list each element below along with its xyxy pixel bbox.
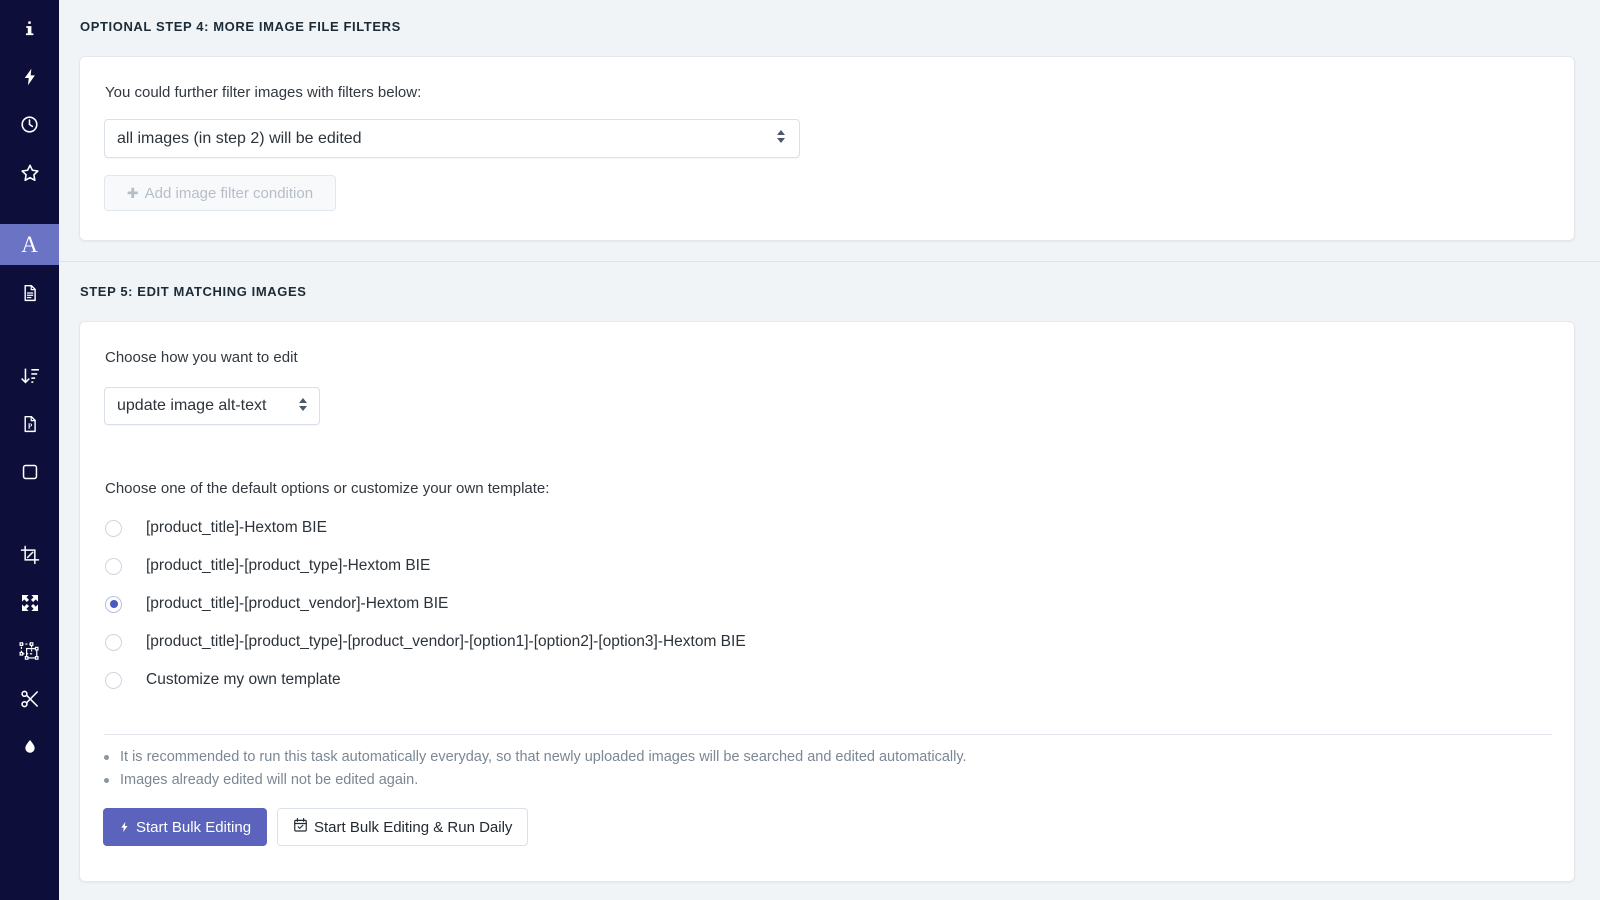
sidebar-item-shape[interactable] bbox=[0, 451, 59, 492]
transform-selection-icon bbox=[19, 641, 40, 661]
start-bulk-editing-label: Start Bulk Editing bbox=[136, 818, 252, 836]
document-icon bbox=[21, 283, 39, 303]
sidebar-item-quick-actions[interactable] bbox=[0, 56, 59, 97]
sidebar-item-documents[interactable] bbox=[0, 272, 59, 313]
pdf-file-icon: P bbox=[21, 414, 39, 434]
note-item: Images already edited will not be edited… bbox=[104, 770, 1524, 791]
main-content: OPTIONAL STEP 4: MORE IMAGE FILE FILTERS… bbox=[59, 0, 1600, 900]
radio-indicator[interactable] bbox=[105, 557, 122, 575]
sidebar-item-cut[interactable] bbox=[0, 678, 59, 719]
calendar-check-icon bbox=[293, 817, 308, 837]
note-text: Images already edited will not be edited… bbox=[120, 772, 419, 788]
sidebar-item-resize[interactable] bbox=[0, 582, 59, 623]
step5-card: Choose how you want to edit update image… bbox=[79, 321, 1575, 882]
edit-mode-label: Choose how you want to edit bbox=[105, 349, 298, 366]
step5-heading: STEP 5: EDIT MATCHING IMAGES bbox=[80, 284, 307, 299]
scissors-icon bbox=[20, 689, 40, 709]
start-bulk-editing-button[interactable]: Start Bulk Editing bbox=[103, 808, 268, 846]
resize-expand-icon bbox=[20, 593, 40, 613]
select-arrows-icon bbox=[299, 398, 307, 411]
template-option-5-label: Customize my own template bbox=[146, 671, 341, 688]
template-option-1[interactable]: [product_title]-Hextom BIE bbox=[105, 509, 1505, 547]
svg-text:P: P bbox=[27, 422, 32, 430]
template-option-5[interactable]: Customize my own template bbox=[105, 661, 1505, 699]
radio-indicator[interactable] bbox=[105, 519, 122, 537]
edit-mode-select-value: update image alt-text bbox=[117, 397, 267, 414]
sidebar-item-alt-text[interactable]: A bbox=[0, 224, 59, 265]
crop-icon bbox=[20, 545, 40, 565]
notes-list: It is recommended to run this task autom… bbox=[104, 747, 1524, 791]
plus-icon: ✚ bbox=[126, 184, 139, 201]
section-divider bbox=[59, 261, 1600, 262]
step4-description: You could further filter images with fil… bbox=[105, 84, 422, 101]
bullet-icon bbox=[104, 755, 109, 760]
template-radio-group: [product_title]-Hextom BIE [product_titl… bbox=[105, 509, 1505, 699]
bullet-icon bbox=[104, 778, 109, 783]
sidebar-item-pdf[interactable]: P bbox=[0, 403, 59, 444]
start-bulk-editing-run-daily-button[interactable]: Start Bulk Editing & Run Daily bbox=[277, 808, 529, 846]
sidebar-item-crop[interactable] bbox=[0, 534, 59, 575]
note-item: It is recommended to run this task autom… bbox=[104, 747, 1524, 768]
template-option-1-label: [product_title]-Hextom BIE bbox=[146, 519, 327, 536]
lightning-bolt-icon bbox=[119, 820, 130, 834]
water-drop-icon bbox=[22, 737, 38, 756]
sidebar-item-transform[interactable] bbox=[0, 630, 59, 671]
radio-indicator[interactable] bbox=[105, 633, 122, 651]
edit-mode-select[interactable]: update image alt-text bbox=[104, 387, 320, 425]
sidebar-nav: A P bbox=[0, 0, 59, 900]
template-option-4-label: [product_title]-[product_type]-[product_… bbox=[146, 633, 746, 650]
template-option-2[interactable]: [product_title]-[product_type]-Hextom BI… bbox=[105, 547, 1505, 585]
step4-heading: OPTIONAL STEP 4: MORE IMAGE FILE FILTERS bbox=[80, 19, 401, 34]
template-option-3[interactable]: [product_title]-[product_vendor]-Hextom … bbox=[105, 585, 1505, 623]
sidebar-item-sort[interactable] bbox=[0, 355, 59, 396]
note-text: It is recommended to run this task autom… bbox=[120, 749, 967, 765]
image-filter-select-value: all images (in step 2) will be edited bbox=[117, 129, 362, 147]
lightning-bolt-icon bbox=[21, 67, 39, 87]
star-icon bbox=[20, 163, 40, 183]
add-image-filter-condition-label: Add image filter condition bbox=[144, 184, 314, 202]
template-option-3-label: [product_title]-[product_vendor]-Hextom … bbox=[146, 595, 449, 612]
sidebar-item-favorites[interactable] bbox=[0, 152, 59, 193]
template-prompt: Choose one of the default options or cus… bbox=[105, 480, 550, 497]
radio-indicator-selected[interactable] bbox=[105, 595, 122, 613]
info-icon bbox=[21, 20, 38, 37]
select-arrows-icon bbox=[777, 130, 785, 143]
sidebar-item-info[interactable] bbox=[0, 8, 59, 49]
content-divider bbox=[104, 734, 1552, 735]
alt-text-letter-a-icon: A bbox=[21, 232, 38, 257]
add-image-filter-condition-button[interactable]: ✚ Add image filter condition bbox=[104, 175, 336, 211]
image-filter-select[interactable]: all images (in step 2) will be edited bbox=[104, 119, 800, 158]
start-bulk-editing-run-daily-label: Start Bulk Editing & Run Daily bbox=[314, 818, 513, 836]
template-option-2-label: [product_title]-[product_type]-Hextom BI… bbox=[146, 557, 431, 574]
sort-descending-icon bbox=[20, 366, 40, 386]
sidebar-item-watermark[interactable] bbox=[0, 726, 59, 767]
template-option-4[interactable]: [product_title]-[product_type]-[product_… bbox=[105, 623, 1505, 661]
step4-card: You could further filter images with fil… bbox=[79, 56, 1575, 241]
square-icon bbox=[21, 463, 39, 481]
radio-indicator[interactable] bbox=[105, 671, 122, 689]
sidebar-item-history[interactable] bbox=[0, 104, 59, 145]
clock-icon bbox=[20, 115, 39, 134]
